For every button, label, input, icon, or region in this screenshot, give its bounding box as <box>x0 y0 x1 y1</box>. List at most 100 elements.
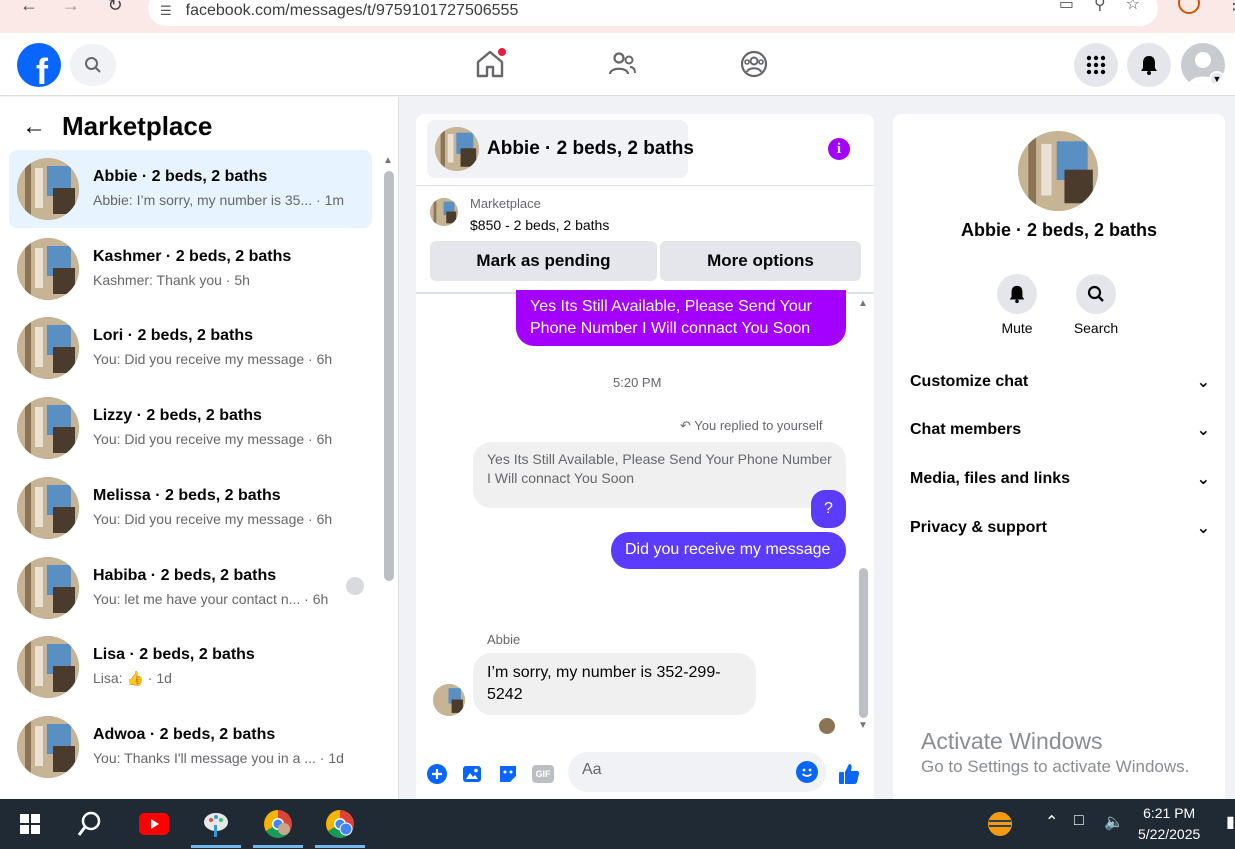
search-icon <box>1087 285 1104 302</box>
scrollbar-thumb[interactable] <box>384 171 394 581</box>
search-button[interactable] <box>70 44 116 86</box>
address-bar[interactable]: ☰ facebook.com/messages/t/97591017275065… <box>148 0 1158 26</box>
conversation-item[interactable]: Lori · 2 beds, 2 baths You: Did you rece… <box>9 309 372 387</box>
account-avatar[interactable]: ▼ <box>1181 43 1225 87</box>
volume-icon[interactable]: 🔈 <box>1104 812 1124 832</box>
bell-icon <box>1141 56 1157 75</box>
conversation-item[interactable]: Lizzy · 2 beds, 2 baths You: Did you rec… <box>9 389 372 467</box>
forward-icon[interactable]: → <box>60 0 82 16</box>
avatar <box>17 477 79 539</box>
clock[interactable]: 6:21 PM 5/22/2025 <box>1138 803 1200 845</box>
show-hidden-icons-icon[interactable]: ⌃ <box>1045 812 1058 832</box>
media-files-links-section[interactable]: Media, files and links ⌄ <box>910 464 1210 494</box>
mark-as-pending-button[interactable]: Mark as pending <box>430 241 657 281</box>
message-bubble-outgoing[interactable]: Did you receive my message <box>611 532 846 569</box>
activate-windows-watermark: Activate Windows Go to Settings to activ… <box>921 728 1190 776</box>
chat-members-section[interactable]: Chat members ⌄ <box>910 415 1210 445</box>
scroll-down-icon[interactable]: ▼ <box>858 720 868 731</box>
chrome-icon[interactable] <box>262 808 294 840</box>
thumbs-up-send-icon[interactable] <box>837 762 861 786</box>
paint-app-icon[interactable] <box>200 808 232 840</box>
listing-source: Marketplace <box>470 196 541 211</box>
conversation-item[interactable]: Lisa · 2 beds, 2 baths Lisa: 👍 · 1d <box>9 628 372 706</box>
conversation-name: Lizzy · 2 beds, 2 baths <box>93 407 262 424</box>
read-receipt-avatar <box>819 718 835 734</box>
conversation-name: Kashmer · 2 beds, 2 baths <box>93 248 292 265</box>
conversation-name: Abbie · 2 beds, 2 baths <box>93 168 268 185</box>
conversation-list-panel: ← Marketplace Abbie · 2 beds, 2 baths Ab… <box>0 97 399 799</box>
chat-panel: Abbie · 2 beds, 2 baths i Marketplace $8… <box>416 114 874 799</box>
reload-icon[interactable]: ↻ <box>104 0 126 16</box>
conversation-item[interactable]: Abbie · 2 beds, 2 baths Abbie: I’m sorry… <box>9 150 372 228</box>
avatar <box>435 127 479 171</box>
chrome-profile-icon[interactable] <box>324 808 356 840</box>
facebook-logo-icon[interactable]: f <box>17 43 61 87</box>
sticker-icon[interactable] <box>496 762 520 786</box>
chevron-down-icon: ▼ <box>1209 71 1225 87</box>
conversation-name: Adwoa · 2 beds, 2 baths <box>93 726 276 743</box>
conversation-item[interactable]: Melissa · 2 beds, 2 baths You: Did you r… <box>9 469 372 547</box>
avatar <box>17 636 79 698</box>
conversation-item[interactable]: Habiba · 2 beds, 2 baths You: let me hav… <box>9 549 372 627</box>
quoted-reply[interactable]: Yes Its Still Available, Please Send You… <box>473 442 846 508</box>
search-icon <box>85 57 101 73</box>
scroll-up-icon[interactable]: ▲ <box>383 155 393 166</box>
active-app-indicator <box>315 845 365 848</box>
contact-avatar[interactable] <box>1018 131 1098 211</box>
network-icon[interactable]: □ <box>1074 812 1084 830</box>
avatar <box>17 716 79 778</box>
message-bubble-outgoing[interactable]: ? <box>811 490 846 528</box>
back-arrow-icon[interactable]: ← <box>22 113 46 141</box>
conversation-name: Lori · 2 beds, 2 baths <box>93 327 254 344</box>
gif-icon[interactable]: GIF <box>531 762 555 786</box>
zoom-icon[interactable]: ⚲ <box>1094 0 1106 14</box>
avatar <box>17 317 79 379</box>
groups-tab[interactable] <box>738 48 770 85</box>
back-icon[interactable]: ← <box>18 0 40 16</box>
message-bubble-outgoing[interactable]: Yes Its Still Available, Please Send You… <box>516 290 846 346</box>
bookmark-star-icon[interactable]: ☆ <box>1126 0 1140 14</box>
friends-tab[interactable] <box>606 48 638 85</box>
chevron-down-icon: ⌄ <box>1196 520 1210 537</box>
facebook-header: f ▼ <box>0 33 1235 96</box>
conversation-preview: You: Did you receive my message · 6h <box>93 511 333 527</box>
notification-center-icon[interactable]: ▮ <box>1226 812 1235 832</box>
more-options-button[interactable]: More options <box>660 241 861 281</box>
mute-button[interactable]: Mute <box>987 274 1047 336</box>
sender-avatar <box>433 684 465 716</box>
home-tab[interactable] <box>474 48 506 85</box>
url-text: facebook.com/messages/t/9759101727506555 <box>185 2 519 19</box>
info-icon[interactable]: i <box>828 138 850 160</box>
chevron-down-icon: ⌄ <box>1196 471 1210 488</box>
reply-note: ↶ You replied to yourself <box>680 418 823 433</box>
conversation-item[interactable]: Adwoa · 2 beds, 2 baths You: Thanks I'll… <box>9 708 372 786</box>
scroll-up-icon[interactable]: ▲ <box>858 298 868 309</box>
notifications-button[interactable] <box>1127 43 1171 87</box>
conversation-preview: Abbie: I’m sorry, my number is 35... · 1… <box>93 192 345 208</box>
notification-dot <box>498 48 506 56</box>
profile-icon[interactable] <box>1178 0 1200 14</box>
message-input[interactable] <box>582 761 782 779</box>
grid-menu-icon <box>1086 55 1106 75</box>
windows-start-icon[interactable] <box>14 808 46 840</box>
friends-icon <box>608 52 636 75</box>
weather-icon[interactable] <box>984 808 1016 840</box>
chat-header[interactable]: Abbie · 2 beds, 2 baths <box>427 120 694 178</box>
youtube-icon[interactable] <box>138 808 170 840</box>
menu-button[interactable] <box>1074 43 1118 87</box>
customize-chat-section[interactable]: Customize chat ⌄ <box>910 367 1210 397</box>
browser-toolbar: ← → ↻ ☰ facebook.com/messages/t/97591017… <box>0 0 1235 33</box>
message-composer: GIF <box>416 750 874 799</box>
browser-menu-icon[interactable]: ⋮ <box>1226 0 1235 14</box>
conversation-item[interactable]: Kashmer · 2 beds, 2 baths Kashmer: Thank… <box>9 230 372 308</box>
search-in-conversation-button[interactable]: Search <box>1066 274 1126 336</box>
install-app-icon[interactable]: ▭ <box>1059 0 1074 14</box>
message-bubble-incoming[interactable]: I’m sorry, my number is 352-299-5242 <box>473 653 756 715</box>
search-icon[interactable] <box>74 808 106 840</box>
emoji-icon[interactable] <box>796 761 818 783</box>
privacy-support-section[interactable]: Privacy & support ⌄ <box>910 513 1210 543</box>
plus-circle-icon[interactable] <box>425 762 449 786</box>
scrollbar-thumb[interactable] <box>859 568 868 718</box>
photo-icon[interactable] <box>460 762 484 786</box>
site-info-icon[interactable]: ☰ <box>160 3 172 19</box>
